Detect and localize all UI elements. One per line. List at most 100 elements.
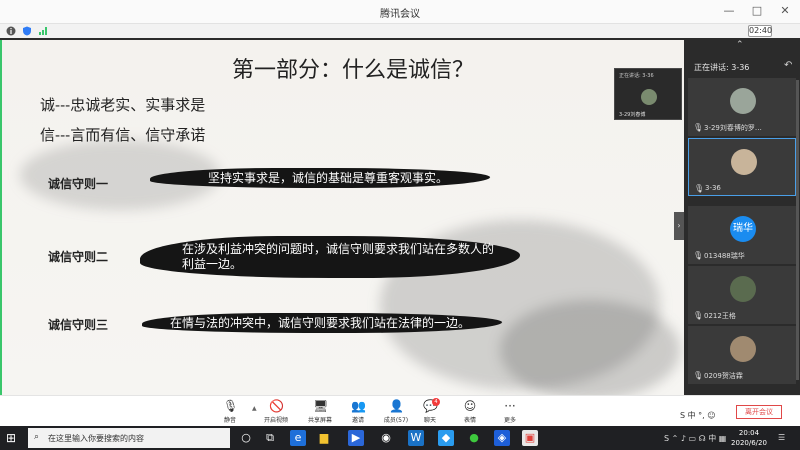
rule-label-1: 诚信守则一 (48, 177, 109, 191)
search-icon: ⌕ (34, 432, 40, 442)
button-label: 邀请 (351, 417, 364, 424)
task-view-icon[interactable]: ⧉ (262, 430, 278, 446)
participant-tile[interactable]: 🎙 0212王格 (688, 266, 796, 324)
app-icon[interactable]: ◈ (494, 430, 510, 446)
clock-date: 2020/6/20 (731, 439, 767, 447)
browser-icon[interactable]: ◆ (438, 430, 454, 446)
participant-name: 3-29刘春博的罗… (704, 124, 762, 132)
participant-name: 0212王格 (704, 312, 736, 320)
participant-tile[interactable]: 🎙 0209贺洁霖 (688, 326, 796, 384)
meeting-toolbar: 🎙 静音 ▲ 🚫 开启视频 🖥 共享屏幕 👥 邀请 👤 成员(57) 💬 4 聊… (0, 395, 800, 426)
invite-button[interactable]: 👥 邀请 (340, 399, 376, 424)
button-label: 静音 (223, 417, 236, 424)
windows-taskbar: ⊞ ⌕ 在这里输入你要搜索的内容 ○ ⧉ e ▆ ▶ ◉ W ◆ ● ◈ ▣ S… (0, 426, 800, 450)
participants-panel: ⌃ 正在讲话: 3-36 ↶ › 🎙 3-29刘春博的罗… 🎙 3-36 瑞华 … (674, 40, 800, 395)
file-explorer-icon[interactable]: ▆ (316, 430, 332, 446)
collapse-panel-button[interactable]: › (674, 212, 684, 240)
avatar (731, 149, 757, 175)
mute-button[interactable]: 🎙 静音 (212, 399, 248, 424)
tencent-meeting-taskbar-icon[interactable]: ▶ (348, 430, 364, 446)
avatar (730, 276, 756, 302)
leave-meeting-button[interactable]: 离开会议 (736, 405, 782, 419)
taskbar-search[interactable]: ⌕ 在这里输入你要搜索的内容 (28, 428, 230, 448)
participant-name: 0209贺洁霖 (704, 372, 743, 380)
definition-xin: 信---言而有信、信守承诺 (40, 126, 206, 144)
taskbar-clock[interactable]: 20:04 2020/6/20 (728, 428, 770, 448)
minimize-button[interactable]: — (720, 4, 738, 18)
avatar: 瑞华 (730, 216, 756, 242)
participant-name: 013488瑞华 (704, 252, 745, 260)
info-icon[interactable] (6, 26, 16, 36)
shared-slide: 第一部分：什么是诚信？ 诚---忠诚老实、实事求是 信---言而有信、信守承诺 … (0, 40, 684, 395)
share-screen-button[interactable]: 🖥 共享屏幕 (302, 399, 338, 424)
rule-text-1: 坚持实事求是，诚信的基础是尊重客观事实。 (208, 171, 449, 185)
more-button[interactable]: ··· 更多 (492, 399, 528, 424)
tencent-meeting-window: 腾讯会议 — □ ✕ 02:40 第一部分：什么是诚信？ 诚---忠诚老实、实事… (0, 0, 800, 450)
signal-icon[interactable] (38, 26, 48, 36)
button-label: 共享屏幕 (307, 417, 332, 424)
mic-muted-icon: 🎙 (693, 371, 704, 380)
definition-cheng: 诚---忠诚老实、实事求是 (40, 96, 206, 114)
invite-icon: 👥 (351, 399, 366, 413)
system-tray-icons[interactable]: S ⌃ ♪ ▭ ☊ 中 ▦ (664, 433, 726, 444)
clock-time: 20:04 (738, 429, 760, 437)
edge-browser-icon[interactable]: e (290, 430, 306, 446)
participant-name: 3-36 (705, 184, 721, 192)
notification-icon[interactable]: ☰ (778, 433, 785, 442)
members-button[interactable]: 👤 成员(57) (378, 399, 414, 424)
video-app-icon[interactable]: ▣ (522, 430, 538, 446)
caret-up-icon[interactable]: ▲ (252, 405, 257, 412)
participant-tile[interactable]: 瑞华 🎙 013488瑞华 (688, 206, 796, 264)
camera-off-icon: 🚫 (269, 399, 284, 413)
maximize-button[interactable]: □ (748, 4, 766, 18)
button-label: 开启视频 (263, 417, 288, 424)
avatar (641, 89, 657, 105)
window-title: 腾讯会议 (380, 9, 420, 20)
title-bar: 腾讯会议 — □ ✕ (0, 0, 800, 24)
members-icon: 👤 (389, 399, 404, 413)
button-label: 更多 (503, 417, 516, 424)
participant-tile[interactable]: 🎙 3-36 (688, 138, 796, 196)
participant-tile[interactable]: 🎙 3-29刘春博的罗… (688, 78, 796, 136)
rule-label-3: 诚信守则三 (48, 318, 109, 332)
panel-scrollbar[interactable] (796, 80, 799, 380)
close-button[interactable]: ✕ (776, 4, 794, 18)
cortana-icon[interactable]: ○ (238, 430, 254, 446)
speaking-indicator: 正在讲话: 3-36 (694, 63, 750, 72)
mic-icon: 🎙 (693, 251, 704, 260)
slide-title: 第一部分：什么是诚信？ (232, 58, 475, 83)
screen-share-icon: 🖥 (313, 399, 329, 413)
chevron-up-icon[interactable]: ⌃ (736, 40, 744, 50)
avatar (730, 88, 756, 114)
mic-muted-icon: 🎙 (693, 311, 704, 320)
back-arrow-icon[interactable]: ↶ (784, 60, 792, 71)
mic-muted-icon: 🎙 (693, 123, 704, 132)
preview-header: 正在讲话: 3-36 (619, 73, 654, 79)
security-shield-icon[interactable] (22, 26, 32, 36)
slide-edge-indicator (0, 40, 2, 395)
chat-button[interactable]: 💬 4 聊天 (412, 398, 448, 424)
rule-text-3: 在情与法的冲突中，诚信守则要求我们站在法律的一边。 (170, 316, 471, 330)
search-placeholder: 在这里输入你要搜索的内容 (48, 434, 144, 443)
button-label: 成员(57) (383, 417, 409, 424)
ime-indicator-icon[interactable]: S 中 °, ☺ (680, 410, 716, 421)
floating-speaker-preview[interactable]: 正在讲话: 3-36 3-29刘春博 (614, 68, 682, 120)
avatar (730, 336, 756, 362)
rule-label-2: 诚信守则二 (48, 250, 109, 264)
preview-name: 3-29刘春博 (619, 112, 646, 118)
button-label: 聊天 (423, 417, 436, 424)
rule-text-2: 在涉及利益冲突的问题时，诚信守则要求我们站在多数人的利益一边。 (182, 242, 495, 271)
ink-mountain-decoration (500, 300, 680, 395)
button-label: 表情 (463, 417, 476, 424)
start-video-button[interactable]: ▲ 🚫 开启视频 (252, 399, 294, 424)
wechat-icon[interactable]: ● (466, 430, 482, 446)
qq-icon[interactable]: ◉ (378, 430, 394, 446)
more-icon: ··· (504, 399, 516, 413)
chat-unread-badge: 4 (432, 398, 440, 406)
meeting-status-bar: 02:40 (0, 24, 800, 38)
mic-icon: 🎙 (694, 184, 705, 193)
emoji-button[interactable]: ☺ 表情 (452, 399, 488, 424)
wps-icon[interactable]: W (408, 430, 424, 446)
windows-start-icon[interactable]: ⊞ (6, 431, 16, 445)
mic-icon: 🎙 (223, 399, 239, 413)
